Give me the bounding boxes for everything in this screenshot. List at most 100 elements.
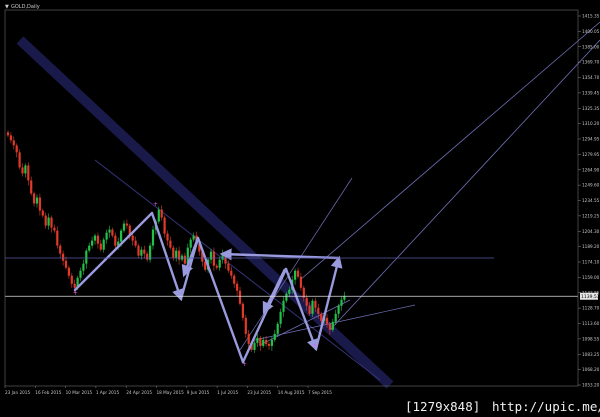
candle-body [311,300,314,314]
price-tick-label: 1400.05 [582,29,600,34]
candle-body [21,167,24,174]
price-tick-label: 1128.70 [582,306,600,311]
candle-body [320,313,323,321]
price-tick-label: 1339.45 [582,90,600,95]
price-tick-label: 1098.55 [582,336,600,341]
candle-body [91,240,94,246]
candle-body [137,245,140,256]
candle-body [227,263,230,271]
candle-body [131,235,134,241]
price-tick-label: 1159.00 [582,275,600,280]
candle-body [334,313,337,322]
candle-body [265,339,268,344]
candle-body [33,193,36,204]
price-tick-label: 1369.70 [582,60,600,65]
candle-body [67,267,70,276]
candle-body [276,323,279,334]
candle-body [331,321,334,330]
candle-body [134,240,137,246]
candle-body [308,305,311,314]
candle-body [96,235,99,244]
candle-body [233,275,236,284]
candle-body [53,227,56,231]
candle-body [218,259,221,268]
pivot-marker: + [312,342,317,349]
candle-body [282,300,285,312]
resolution-label: [1279x848] [405,399,481,414]
pivot-marker: + [242,361,247,368]
time-tick-label: 14 Aug 2015 [278,390,305,395]
candle-body [111,229,114,236]
candle-body [247,333,250,344]
price-tick-label: 1189.20 [582,244,600,249]
candle-body [149,245,152,260]
price-tick-label: 1264.90 [582,167,600,172]
price-tick-label: 1354.70 [582,75,600,80]
candle-body [35,197,39,204]
candle-body [183,255,186,264]
candle-body [163,217,166,234]
time-tick-label: 24 Apr 2015 [126,390,152,395]
time-tick-label: 7 Sep 2015 [308,390,332,395]
candle-body [59,245,62,254]
candle-body [328,323,331,330]
candle-body [238,290,242,304]
price-tick-label: 1083.25 [582,352,600,357]
candle-body [299,276,302,288]
price-tick-label: 1294.95 [582,137,600,142]
candle-body [244,317,247,334]
candle-body [85,250,88,264]
candle-body [296,270,300,277]
candle-body [140,249,143,256]
candle-body [169,240,172,248]
candle-body [285,293,288,301]
candle-body [172,247,175,258]
candle-body [114,235,117,246]
candle-body [12,140,15,146]
candle-body [73,283,76,288]
candle-body [209,251,213,260]
price-tick-label: 1385.00 [582,44,600,49]
chart-background [0,0,600,397]
time-tick-label: 23 Jul 2015 [247,390,271,395]
price-tick-label: 1068.20 [582,367,600,372]
chart-menu-icon[interactable]: ▼ [5,4,9,10]
candle-body [105,232,108,240]
chart-title-bar: ▼ GOLD,Daily [5,4,40,10]
price-tick-label: 1415.35 [582,14,600,19]
candle-body [236,283,239,291]
candle-body [44,215,47,226]
candle-body [325,317,329,324]
candle-body [262,339,265,346]
candle-body [41,210,44,216]
candle-body [151,229,155,246]
candle-body [253,342,256,350]
price-chart[interactable]: ++++ 1415.351400.051385.001369.701354.70… [0,0,600,397]
time-tick-label: 16 Feb 2015 [35,390,61,395]
candle-body [166,233,169,241]
candle-body [24,165,27,174]
candle-body [15,145,18,153]
candle-body [122,223,126,231]
candle-body [64,260,68,268]
candle-body [160,209,163,218]
candle-body [79,270,82,278]
candle-body [56,230,59,246]
image-footer: [1279x848] http://upic.me/ [0,397,600,417]
candle-body [273,333,276,340]
price-tick-label: 1053.20 [582,383,600,388]
candle-body [99,243,102,250]
pivot-marker: + [153,201,158,208]
current-price-label: 1139.53 [581,294,600,300]
time-tick-label: 18 May 2015 [157,390,185,395]
candle-body [93,235,97,241]
site-link[interactable]: http://upic.me/ [492,399,600,414]
price-tick-label: 1310.20 [582,121,600,126]
candle-body [50,217,53,228]
price-tick-label: 1174.10 [582,260,600,265]
time-tick-label: 23 Jan 2015 [5,390,30,395]
candle-body [102,239,105,250]
candle-body [9,135,12,141]
candle-body [120,230,123,242]
candle-body [157,209,160,222]
